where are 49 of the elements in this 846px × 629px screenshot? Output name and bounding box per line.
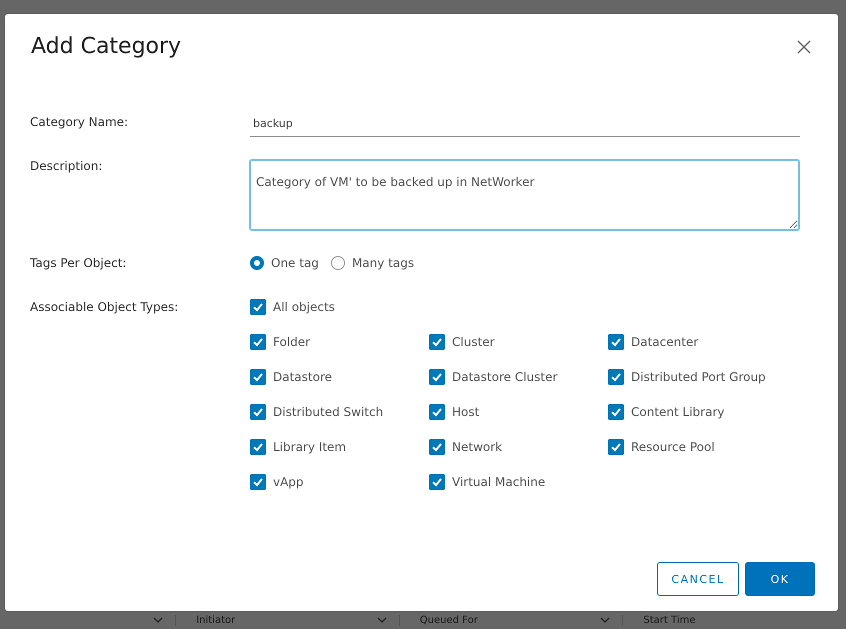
column-header: Queued For <box>420 614 478 626</box>
option-label: Datacenter <box>631 335 698 349</box>
option-label: Resource Pool <box>631 440 715 454</box>
column-header: Initiator <box>196 614 236 626</box>
field-label: Description: <box>30 159 104 175</box>
option-label: All objects <box>273 300 335 314</box>
radio-button[interactable] <box>250 256 264 270</box>
option-label: Cluster <box>452 335 495 349</box>
checkbox[interactable] <box>429 404 445 420</box>
option-label: Library Item <box>273 440 346 454</box>
chevron-icon <box>153 617 164 623</box>
column-header: Start Time <box>643 614 696 626</box>
checkbox[interactable] <box>429 369 445 385</box>
option-label: Distributed Switch <box>273 405 384 419</box>
field-label: Category Name: <box>30 115 130 131</box>
checkbox[interactable] <box>250 474 266 490</box>
ok-button[interactable]: OK <box>745 562 815 596</box>
checkbox[interactable] <box>608 334 624 350</box>
field-label: Tags Per Object: <box>30 255 128 272</box>
checkbox[interactable] <box>250 299 266 315</box>
field-label: Associable Object Types: <box>30 299 180 316</box>
text-area[interactable]: Category of VM' to be backed up in NetWorker <box>249 159 800 231</box>
option-label: Folder <box>273 335 310 349</box>
checkbox[interactable] <box>250 439 266 455</box>
option-label: Datastore <box>273 370 332 384</box>
option-label: vApp <box>273 475 304 489</box>
checkbox[interactable] <box>608 439 624 455</box>
checkbox[interactable] <box>429 439 445 455</box>
chevron-icon <box>376 617 387 623</box>
option-label: Datastore Cluster <box>452 370 558 384</box>
option-label: Host <box>452 405 480 419</box>
close-icon[interactable] <box>797 40 811 54</box>
checkbox[interactable] <box>250 334 266 350</box>
checkbox[interactable] <box>608 369 624 385</box>
radio-button[interactable] <box>330 256 345 270</box>
checkbox[interactable] <box>250 369 266 385</box>
checkbox[interactable] <box>429 334 445 350</box>
cancel-button[interactable]: CANCEL <box>657 562 739 596</box>
checkbox[interactable] <box>429 474 445 490</box>
option-label: Virtual Machine <box>452 475 546 489</box>
checkbox[interactable] <box>608 404 624 420</box>
option-label: Distributed Port Group <box>631 370 766 384</box>
option-label: Many tags <box>352 256 414 270</box>
option-label: Content Library <box>631 405 724 419</box>
checkbox[interactable] <box>250 404 266 420</box>
option-label: Network <box>452 440 502 454</box>
chevron-icon <box>600 617 610 623</box>
option-label: One tag <box>271 256 319 270</box>
dialog-title: Add Category <box>31 34 182 59</box>
